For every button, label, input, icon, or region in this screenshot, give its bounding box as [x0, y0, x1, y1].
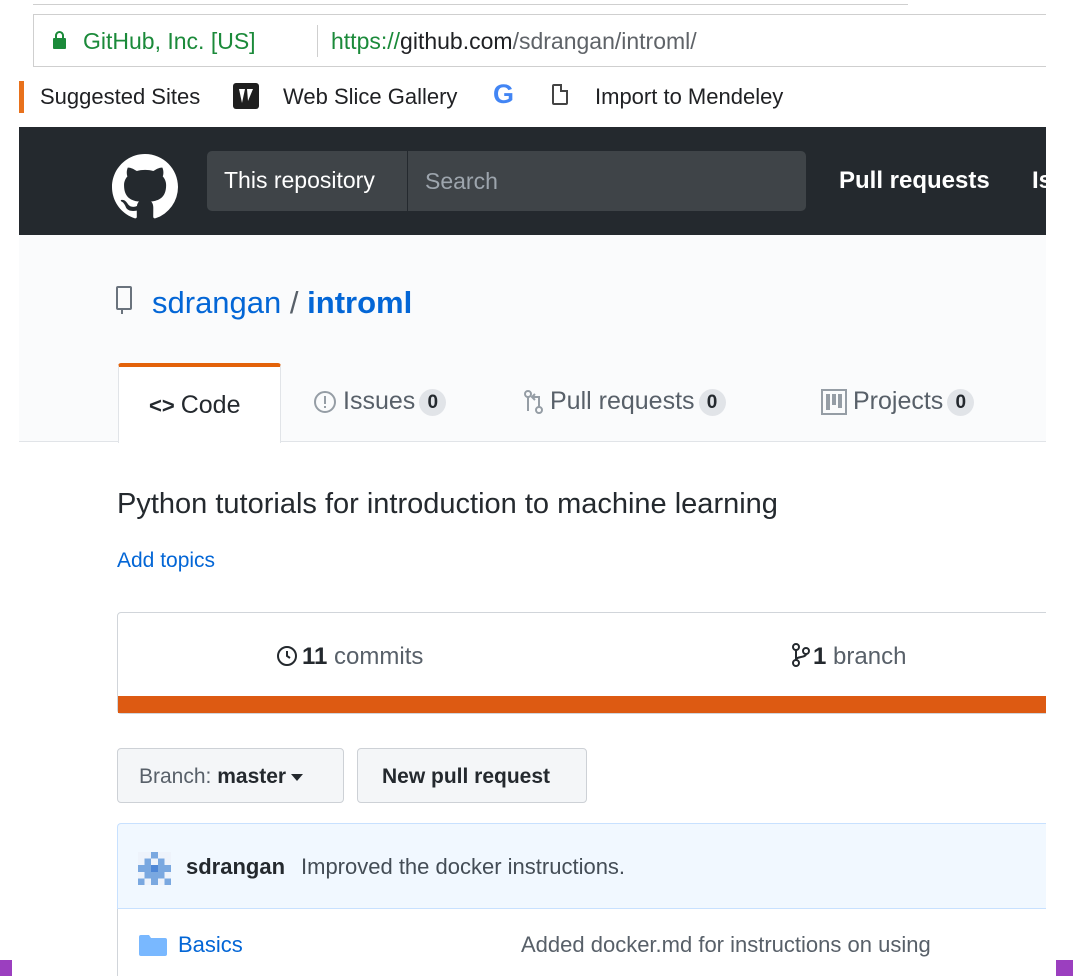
browser-viewport: GitHub, Inc. [US] https://github.com/sdr… — [19, 0, 1046, 976]
caret-down-icon — [291, 773, 304, 781]
tab-label: Issues — [343, 387, 416, 415]
new-pull-request-button[interactable]: New pull request — [357, 748, 587, 803]
history-icon — [277, 646, 297, 666]
branch-name: master — [217, 765, 287, 788]
tab-code[interactable]: <> Code — [118, 363, 281, 443]
tab-pull-requests[interactable]: Pull requests 0 — [524, 387, 726, 466]
url-path: /sdrangan/introml/ — [512, 28, 697, 54]
github-header: This repository Pull requests Is — [19, 127, 1046, 235]
bookmark-folder-edge — [19, 81, 24, 113]
avatar[interactable] — [138, 852, 171, 885]
header-nav-pull-requests[interactable]: Pull requests — [839, 167, 990, 195]
branch-prefix: Branch: — [139, 765, 212, 788]
file-name-link[interactable]: Basics — [178, 932, 243, 958]
issues-counter: 0 — [419, 388, 447, 416]
commits-link[interactable]: 11 commits — [276, 643, 423, 671]
search-scope-label: This repository — [224, 167, 375, 193]
page-icon — [552, 84, 568, 105]
project-icon — [821, 389, 847, 416]
add-topics-link[interactable]: Add topics — [117, 549, 215, 573]
tab-label: Projects — [853, 387, 944, 415]
commit-author-link[interactable]: sdrangan — [186, 854, 285, 880]
repo-owner-link[interactable]: sdrangan — [152, 285, 281, 320]
pull-requests-counter: 0 — [698, 388, 726, 416]
github-logo-icon[interactable] — [112, 154, 178, 220]
web-slice-icon — [233, 83, 259, 109]
header-nav-issues[interactable]: Is — [1032, 167, 1046, 195]
repo-name-link[interactable]: introml — [307, 285, 412, 320]
numbers-summary: 11 commits 1 branch — [117, 612, 1046, 714]
branch-select-button[interactable]: Branch: master — [117, 748, 344, 803]
bookmark-web-slice-gallery[interactable]: Web Slice Gallery — [283, 84, 457, 110]
repo-header: sdrangan / introml <> Code Issues 0 Pull r… — [19, 235, 1046, 443]
repo-icon — [116, 286, 132, 314]
folder-icon — [139, 935, 167, 956]
issue-icon — [314, 391, 336, 414]
file-commit-message-link[interactable]: Added docker.md for instructions on usin… — [521, 932, 931, 958]
commit-message-link[interactable]: Improved the docker instructions. — [301, 854, 625, 880]
lock-icon — [53, 31, 66, 49]
tab-projects[interactable]: Projects 0 — [821, 387, 975, 466]
address-divider — [317, 25, 318, 57]
tab-label: Code — [180, 391, 241, 419]
language-bar[interactable] — [118, 696, 1046, 713]
url-scheme: https:// — [331, 28, 401, 54]
code-icon: <> — [149, 393, 175, 419]
desktop-edge-left — [0, 960, 12, 976]
bookmark-suggested-sites[interactable]: Suggested Sites — [40, 84, 200, 110]
git-branch-icon — [792, 643, 810, 667]
google-icon[interactable]: G — [493, 79, 514, 110]
url-text[interactable]: https://github.com/sdrangan/introml/ — [331, 28, 697, 55]
new-pull-request-label: New pull request — [382, 765, 551, 788]
branches-label: branch — [833, 643, 907, 670]
repo-description: Python tutorials for introduction to mac… — [117, 488, 778, 520]
projects-counter: 0 — [947, 388, 975, 416]
commits-label: commits — [334, 643, 424, 670]
address-bar[interactable]: GitHub, Inc. [US] https://github.com/sdr… — [33, 14, 1046, 67]
file-row: Basics Added docker.md for instructions … — [117, 909, 1046, 976]
git-pull-request-icon — [524, 390, 543, 415]
latest-commit-bar: sdrangan Improved the docker instruction… — [117, 823, 1046, 909]
bookmark-import-to-mendeley[interactable]: Import to Mendeley — [595, 84, 783, 110]
repo-title-separator: / — [289, 285, 299, 320]
repo-title: sdrangan / introml — [152, 285, 412, 321]
url-host: github.com — [400, 28, 513, 54]
tab-label: Pull requests — [550, 387, 695, 415]
tab-strip-edge — [19, 0, 1046, 14]
tab-issues[interactable]: Issues 0 — [313, 387, 447, 466]
site-identity-label[interactable]: GitHub, Inc. [US] — [83, 28, 256, 55]
commits-count: 11 — [302, 643, 328, 670]
bookmarks-bar: Suggested Sites Web Slice Gallery G Impo… — [19, 67, 1046, 127]
search-scope: This repository — [207, 151, 407, 211]
browser-scroll-gutter — [1046, 0, 1073, 976]
desktop-edge-right — [1056, 960, 1073, 976]
branches-count: 1 — [813, 643, 827, 670]
search-input[interactable] — [408, 151, 806, 211]
branches-link[interactable]: 1 branch — [792, 643, 906, 671]
